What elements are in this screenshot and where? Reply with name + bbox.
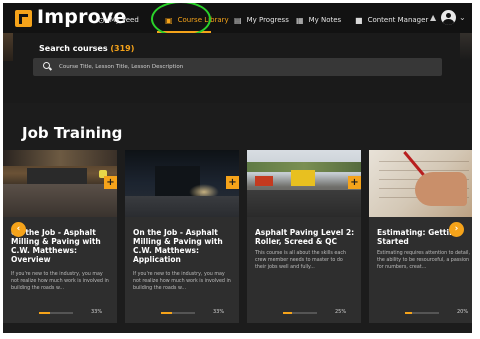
search-box[interactable] [33,58,442,76]
thumb-roller [291,170,315,186]
app-frame: Improve ⊙ My Feed ▣ Course Library ▤ My … [3,3,472,333]
course-card[interactable]: + On the Job - Asphalt Milling & Paving … [125,150,239,323]
chevron-down-icon[interactable]: ⌄ [459,13,466,22]
hero-image-right [460,33,472,61]
course-thumbnail[interactable]: + [3,150,117,217]
thumb-road [3,184,117,217]
course-description: Estimating requires attention to detail,… [377,251,471,270]
progress-percent: 33% [91,309,103,315]
nav-content-manager[interactable]: ■ Content Manager [355,13,428,27]
search-title: Search courses (319) [39,44,134,53]
nav-content-manager-label: Content Manager [367,16,429,24]
course-thumbnail[interactable] [369,150,472,217]
course-thumbnail[interactable]: + [247,150,361,217]
course-card[interactable]: + Asphalt Paving Level 2: Roller, Screed… [247,150,361,323]
course-description: If you're new to the industry, you may n… [133,272,231,291]
progress-percent: 33% [213,309,225,315]
progress-fill [39,312,51,314]
section-title: Job Training [22,124,123,142]
carousel-next-button[interactable]: › [449,222,464,237]
search-input[interactable] [59,62,429,72]
search-hero: Search courses (319) [3,33,472,103]
nav-my-progress-label: My Progress [246,16,289,24]
thumb-road [247,190,361,217]
search-title-label: Search courses [39,44,108,53]
course-description: If you're new to the industry, you may n… [11,272,109,291]
add-course-icon[interactable]: + [348,176,361,189]
search-icon [43,62,50,69]
thumb-paver [255,176,273,186]
course-title[interactable]: On the Job - Asphalt Milling & Paving wi… [11,228,111,264]
progress-bar [161,312,195,314]
thumb-hand [415,172,467,206]
progress-bar [405,312,439,314]
progress-icon: ▤ [234,15,242,25]
hero-image-left [3,33,13,61]
user-avatar[interactable] [441,10,456,25]
progress-bar [283,312,317,314]
course-title[interactable]: Asphalt Paving Level 2: Roller, Screed &… [255,228,355,246]
course-description: This course is all about the skills each… [255,251,347,270]
course-title[interactable]: On the Job - Asphalt Milling & Paving wi… [133,228,233,264]
thumb-road [125,196,239,217]
improve-logo-icon[interactable] [15,10,32,27]
course-thumbnail[interactable]: + [125,150,239,217]
progress-bar [39,312,73,314]
progress-fill [283,312,292,314]
play-circle-icon: ⊙ [98,15,105,25]
notes-icon: ▦ [296,15,304,25]
progress-percent: 20% [457,309,469,315]
top-nav: Improve ⊙ My Feed ▣ Course Library ▤ My … [3,3,472,37]
thumb-sky [3,150,117,166]
search-count: (319) [110,44,135,53]
add-course-icon[interactable]: + [226,176,239,189]
nav-my-progress[interactable]: ▤ My Progress [234,13,289,27]
progress-fill [161,312,173,314]
progress-percent: 25% [335,309,347,315]
nav-my-feed-label: My Feed [109,16,139,24]
carousel-prev-button[interactable]: ‹ [11,222,26,237]
nav-my-feed[interactable]: ⊙ My Feed [98,13,139,27]
nav-my-notes[interactable]: ▦ My Notes [296,13,341,27]
bell-icon[interactable]: ▲ [430,13,436,22]
add-course-icon[interactable]: + [104,176,117,189]
nav-my-notes-label: My Notes [308,16,342,24]
folder-icon: ■ [355,15,363,25]
progress-fill [405,312,412,314]
